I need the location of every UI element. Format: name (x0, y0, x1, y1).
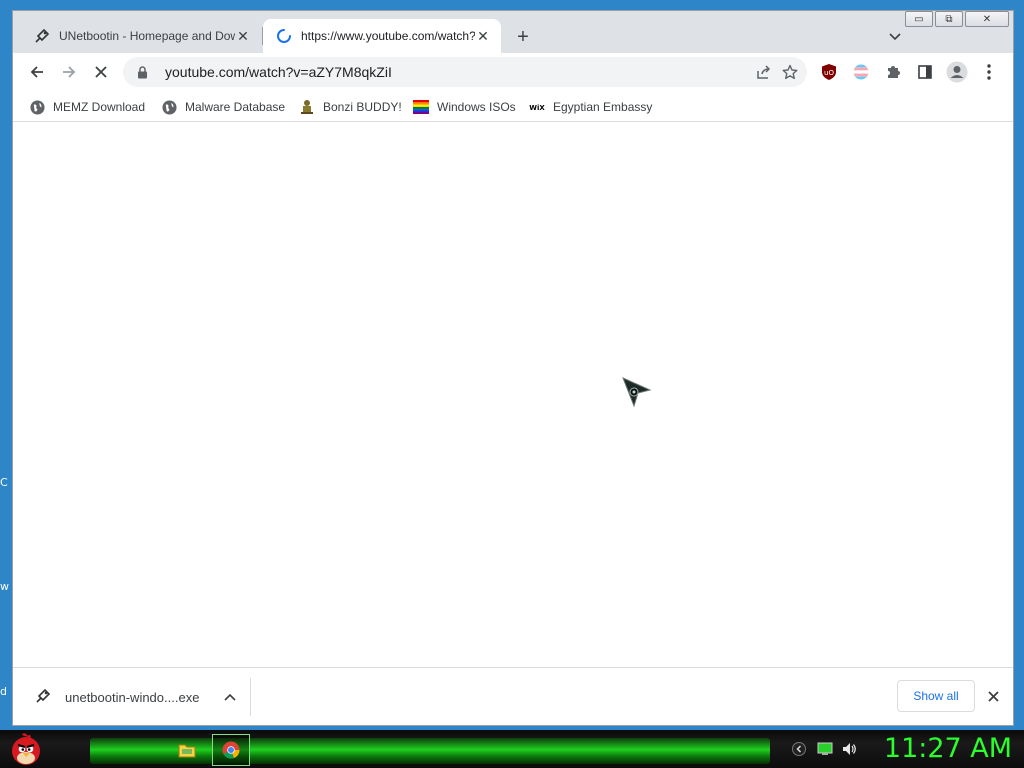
share-icon[interactable] (751, 59, 777, 85)
extensions-puzzle-icon[interactable] (881, 60, 905, 84)
tab-title: UNetbootin - Homepage and Downloads (59, 29, 235, 43)
chevron-up-icon[interactable] (218, 693, 242, 701)
unetbootin-icon (33, 27, 51, 45)
bookmark-memz-download[interactable]: MEMZ Download (29, 95, 145, 119)
download-shelf: unetbootin-windo....exe Show all (13, 667, 1013, 725)
bookmark-windows-isos[interactable]: Windows ISOs (413, 95, 516, 119)
bonzi-icon (299, 99, 315, 115)
trans-flag-extension-icon[interactable] (849, 60, 873, 84)
forward-arrow-icon (63, 66, 76, 78)
mouse-cursor-icon (620, 376, 654, 410)
tab-title: https://www.youtube.com/watch?v=aZY7M8qk… (301, 29, 475, 43)
taskbar-chrome[interactable] (212, 734, 250, 766)
close-window-button[interactable]: ✕ (965, 11, 1009, 27)
download-item[interactable]: unetbootin-windo....exe (21, 678, 251, 716)
chevron-down-icon (889, 33, 901, 41)
close-tab-icon[interactable]: ✕ (475, 28, 491, 44)
desktop-label-fragment: w (0, 580, 9, 593)
svg-text:uO: uO (824, 69, 834, 77)
maximize-button[interactable]: ⧉ (935, 11, 963, 27)
desktop-label-fragment: C (0, 476, 8, 489)
stop-x-icon (95, 66, 107, 78)
url-text[interactable]: youtube.com/watch?v=aZY7M8qkZiI (165, 64, 751, 80)
bookmark-label: Windows ISOs (437, 100, 516, 114)
page-content[interactable] (13, 123, 1013, 667)
download-file-name: unetbootin-windo....exe (65, 689, 200, 705)
bookmark-star-icon[interactable] (777, 59, 803, 85)
svg-text:WiX: WiX (529, 104, 545, 112)
desktop-label-fragment: d (0, 685, 7, 698)
bookmark-label: Malware Database (185, 100, 286, 114)
tab-unetbootin[interactable]: UNetbootin - Homepage and Downloads ✕ (21, 19, 261, 53)
angry-bird-icon (12, 733, 40, 765)
window-controls: ▭ ⧉ ✕ (905, 11, 1009, 27)
volume-icon[interactable] (840, 740, 858, 758)
tab-strip: UNetbootin - Homepage and Downloads ✕ ht… (13, 11, 1013, 53)
taskbar-file-explorer[interactable] (168, 734, 206, 766)
wix-icon: WiX (529, 99, 545, 115)
address-bar[interactable]: youtube.com/watch?v=aZY7M8qkZiI (123, 57, 807, 87)
globe-icon (29, 99, 45, 115)
stop-loading-button[interactable] (87, 58, 115, 86)
side-panel-icon[interactable] (913, 60, 937, 84)
close-tab-icon[interactable]: ✕ (235, 28, 251, 44)
forward-button[interactable] (55, 58, 83, 86)
network-icon[interactable] (816, 740, 834, 758)
show-all-button[interactable]: Show all (897, 680, 975, 712)
back-arrow-icon (30, 66, 43, 78)
kebab-menu-icon[interactable] (977, 60, 1001, 84)
profile-avatar-icon[interactable] (945, 60, 969, 84)
minimize-button[interactable]: ▭ (905, 11, 933, 27)
globe-icon (161, 99, 177, 115)
tab-youtube[interactable]: https://www.youtube.com/watch?v=aZY7M8qk… (263, 19, 501, 53)
new-tab-button[interactable]: + (511, 25, 535, 49)
loading-spinner-icon (275, 27, 293, 45)
bookmark-label: Bonzi BUDDY! (323, 100, 402, 114)
lock-icon[interactable] (135, 65, 149, 79)
back-button[interactable] (23, 58, 51, 86)
bookmark-malware-database[interactable]: Malware Database (161, 95, 285, 119)
rainbow-flag-icon (413, 99, 429, 115)
taskbar: 11:27 AM (0, 730, 1024, 768)
bookmarks-bar: MEMZ Download Malware Database Bonzi BUD… (13, 91, 1013, 122)
bookmark-egyptian-embassy[interactable]: WiX Egyptian Embassy (529, 95, 652, 119)
close-download-shelf-icon[interactable] (983, 686, 1003, 706)
browser-toolbar: youtube.com/watch?v=aZY7M8qkZiI uO (13, 53, 1013, 91)
taskbar-clock[interactable]: 11:27 AM (878, 732, 1018, 766)
folder-icon (178, 744, 196, 758)
unetbootin-file-icon (35, 688, 51, 707)
browser-window: UNetbootin - Homepage and Downloads ✕ ht… (12, 10, 1014, 726)
bookmark-label: MEMZ Download (53, 100, 146, 114)
chrome-icon (222, 741, 240, 759)
bookmark-label: Egyptian Embassy (553, 100, 653, 114)
tab-search-button[interactable] (885, 27, 905, 47)
ublock-origin-icon[interactable]: uO (817, 60, 841, 84)
start-button[interactable] (6, 730, 46, 768)
tray-expand-icon[interactable] (790, 740, 808, 758)
bookmark-bonzi-buddy[interactable]: Bonzi BUDDY! (299, 95, 402, 119)
